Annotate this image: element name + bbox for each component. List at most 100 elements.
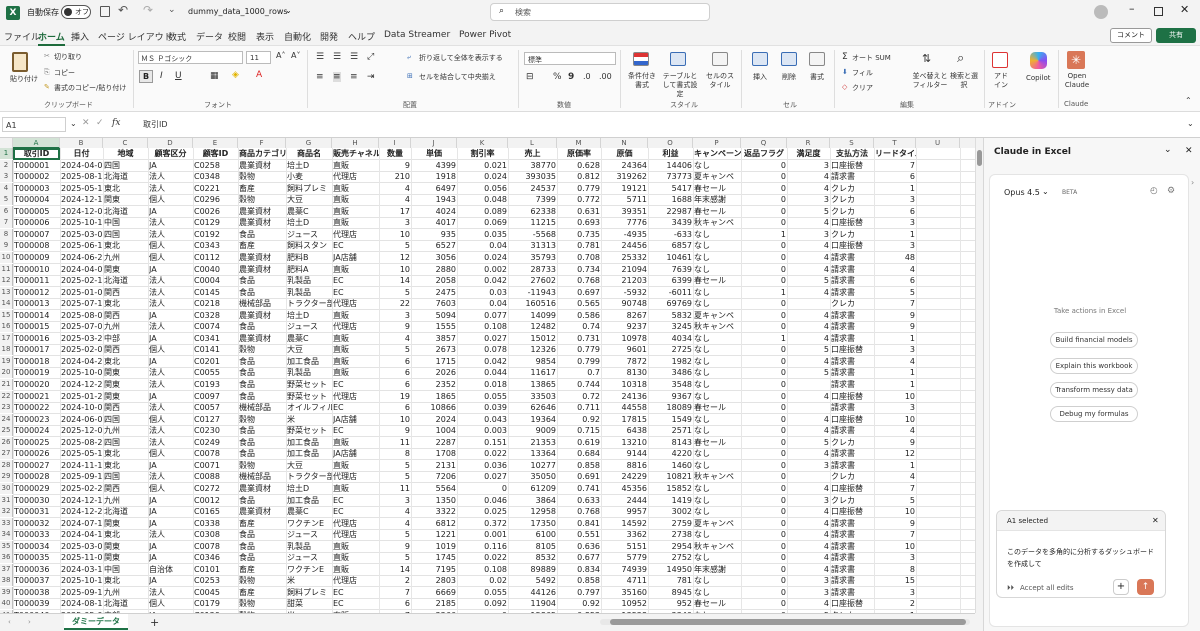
table-cell[interactable]: 0.697	[557, 287, 601, 298]
table-cell[interactable]: 9	[874, 310, 916, 321]
table-cell[interactable]: 6	[379, 367, 411, 378]
table-cell[interactable]: 直販	[332, 552, 379, 563]
table-cell[interactable]: JA	[148, 264, 193, 275]
table-cell[interactable]: 2024-03-1	[60, 564, 103, 575]
table-cell[interactable]: EC	[332, 287, 379, 298]
table-cell[interactable]: 2025-10-0	[60, 367, 103, 378]
table-cell[interactable]: 代理店	[332, 518, 379, 529]
table-cell[interactable]: C0097	[193, 391, 238, 402]
row-header[interactable]: 2	[0, 160, 13, 171]
table-cell[interactable]: 2025-12-0	[60, 425, 103, 436]
table-cell[interactable]: 請求書	[830, 367, 874, 378]
table-cell[interactable]: C0071	[193, 460, 238, 471]
table-cell[interactable]: 1460	[648, 460, 693, 471]
table-cell[interactable]: 個人	[148, 483, 193, 494]
tab-insert[interactable]: 挿入	[71, 30, 89, 43]
tab-home[interactable]: ホーム	[38, 30, 65, 46]
table-cell[interactable]: 口座振替	[830, 598, 874, 609]
table-cell[interactable]: 加工食品	[286, 437, 332, 448]
table-cell[interactable]: 代理店	[332, 471, 379, 482]
table-cell[interactable]: 0.812	[557, 171, 601, 182]
table-cell[interactable]: 関東	[103, 194, 148, 205]
table-cell[interactable]: 10	[874, 391, 916, 402]
table-cell[interactable]: 210	[379, 171, 411, 182]
table-cell[interactable]: 3	[787, 460, 830, 471]
table-cell[interactable]: C0230	[193, 425, 238, 436]
close-icon[interactable]: ✕	[1180, 3, 1189, 16]
table-cell[interactable]: 3548	[648, 379, 693, 390]
table-cell[interactable]: 6	[874, 171, 916, 182]
table-cell[interactable]: 請求書	[830, 333, 874, 344]
horizontal-scrollbar[interactable]	[600, 619, 970, 625]
table-cell[interactable]: 1	[874, 460, 916, 471]
chip-transform-data[interactable]: Transform messy data	[1050, 382, 1138, 398]
table-cell[interactable]: 自治体	[148, 564, 193, 575]
table-cell[interactable]: 0.858	[557, 575, 601, 586]
table-cell[interactable]: 請求書	[830, 518, 874, 529]
table-cell[interactable]: 請求書	[830, 310, 874, 321]
table-cell[interactable]: 9	[874, 437, 916, 448]
table-cell[interactable]: ワクチンE	[286, 518, 332, 529]
tab-page-layout[interactable]: ページ レイアウト	[98, 30, 173, 43]
clear-button[interactable]: クリア	[852, 83, 873, 93]
table-cell[interactable]: 法人	[148, 402, 193, 413]
table-cell[interactable]: なし	[693, 425, 741, 436]
table-cell[interactable]: 夏キャンペ	[693, 171, 741, 182]
table-cell[interactable]: C0221	[193, 183, 238, 194]
table-cell[interactable]: 13865	[508, 379, 557, 390]
table-cell[interactable]: 夏キャンペ	[693, 518, 741, 529]
table-cell[interactable]: 2026	[411, 367, 457, 378]
table-cell[interactable]: 5	[787, 206, 830, 217]
orientation-icon[interactable]: ⤢	[367, 52, 374, 62]
table-cell[interactable]: C0055	[193, 367, 238, 378]
table-cell[interactable]: 89889	[508, 564, 557, 575]
delete-cells-button[interactable]: 削除	[782, 72, 796, 82]
table-cell[interactable]: 関東	[103, 264, 148, 275]
table-cell[interactable]: 0.039	[457, 402, 508, 413]
table-cell[interactable]: 代理店	[332, 171, 379, 182]
table-cell[interactable]: C0088	[193, 471, 238, 482]
row-header[interactable]: 31	[0, 495, 13, 506]
table-cell[interactable]: クレカ	[830, 194, 874, 205]
row-header[interactable]: 28	[0, 460, 13, 471]
table-cell[interactable]: JA	[148, 391, 193, 402]
table-cell[interactable]: 0.799	[557, 356, 601, 367]
table-cell[interactable]: 直販	[332, 333, 379, 344]
table-cell[interactable]: 5832	[648, 310, 693, 321]
header-cell[interactable]: 顧客区分	[148, 148, 193, 159]
table-cell[interactable]: なし	[693, 495, 741, 506]
table-cell[interactable]: なし	[693, 287, 741, 298]
table-cell[interactable]: 関東	[103, 552, 148, 563]
table-cell[interactable]: T000032	[13, 518, 60, 529]
table-cell[interactable]: 0.735	[557, 229, 601, 240]
table-cell[interactable]: 直販	[332, 437, 379, 448]
table-cell[interactable]: クレカ	[830, 183, 874, 194]
table-cell[interactable]: 関東	[103, 379, 148, 390]
table-cell[interactable]: 0.731	[557, 333, 601, 344]
table-cell[interactable]: 6	[874, 206, 916, 217]
table-cell[interactable]: 12	[874, 448, 916, 459]
header-cell[interactable]: 原価率	[557, 148, 601, 159]
table-cell[interactable]: 畜産	[238, 587, 286, 598]
table-cell[interactable]: 春セール	[693, 183, 741, 194]
table-cell[interactable]: 10866	[411, 402, 457, 413]
table-cell[interactable]: T000026	[13, 448, 60, 459]
table-cell[interactable]: 935	[411, 229, 457, 240]
table-cell[interactable]: 食品	[238, 391, 286, 402]
table-cell[interactable]: 直販	[332, 344, 379, 355]
table-cell[interactable]: JA	[148, 518, 193, 529]
table-cell[interactable]: 年末感謝	[693, 194, 741, 205]
table-cell[interactable]: 請求書	[830, 460, 874, 471]
table-cell[interactable]: 14592	[601, 518, 648, 529]
table-cell[interactable]: C0045	[193, 587, 238, 598]
table-cell[interactable]: 2024-08-1	[60, 598, 103, 609]
table-cell[interactable]: 0	[741, 240, 787, 251]
table-cell[interactable]: なし	[693, 356, 741, 367]
table-cell[interactable]: 0.744	[557, 379, 601, 390]
table-cell[interactable]: 9	[874, 321, 916, 332]
table-cell[interactable]: 2024-12-2	[60, 379, 103, 390]
table-cell[interactable]: 口座振替	[830, 217, 874, 228]
table-cell[interactable]: -4935	[601, 229, 648, 240]
table-cell[interactable]: C0026	[193, 206, 238, 217]
row-header[interactable]: 24	[0, 414, 13, 425]
